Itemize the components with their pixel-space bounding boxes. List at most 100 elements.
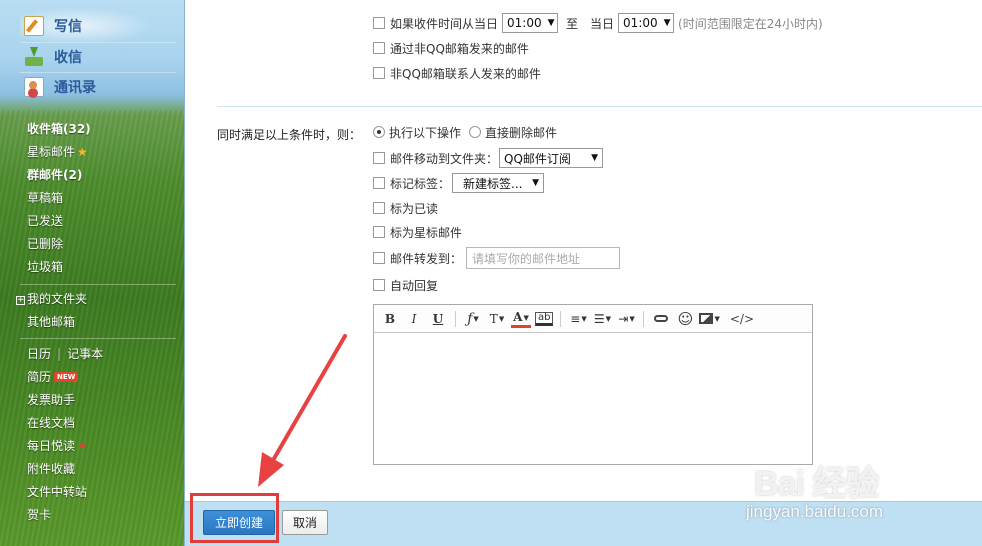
tag-select[interactable]: 新建标签... ▼ [452, 173, 545, 193]
sidebar-item-invoice[interactable]: 发票助手 [27, 390, 75, 410]
font-family-icon: ƒ [467, 310, 473, 327]
contact-card-icon [24, 77, 44, 97]
time-to-select[interactable]: 01:00 ▼ [618, 13, 675, 33]
font-color-button[interactable]: A ▼ [511, 310, 531, 328]
contacts-button[interactable]: 通讯录 [24, 75, 96, 99]
time-to-value: 01:00 [623, 16, 658, 30]
mark-read-checkbox[interactable] [373, 202, 385, 214]
smiley-icon: ☺ [677, 309, 694, 328]
forward-row: 邮件转发到： 请填写你的邮件地址 [373, 247, 621, 269]
sidebar-item-label: 简历 [27, 370, 52, 384]
highlight-color-button[interactable]: ab [535, 311, 554, 326]
italic-button[interactable]: I [404, 309, 424, 329]
pipe-divider: | [57, 347, 62, 361]
align-button[interactable]: ≡ ▼ [568, 309, 588, 329]
sidebar-item-deleted[interactable]: 已删除 [27, 234, 63, 254]
delete-radio[interactable] [469, 126, 482, 138]
sidebar-item-starred[interactable]: 星标邮件 ★ [27, 142, 88, 162]
link-icon [654, 315, 669, 322]
underline-button[interactable]: U [428, 309, 448, 329]
forward-checkbox[interactable] [373, 252, 385, 264]
auto-reply-text-area[interactable] [374, 333, 812, 464]
auto-reply-label: 自动回复 [390, 278, 439, 293]
time-range-checkbox[interactable] [373, 17, 385, 29]
folder-select[interactable]: QQ邮件订阅 ▼ [499, 148, 604, 168]
create-now-button[interactable]: 立即创建 [203, 510, 275, 535]
auto-reply-checkbox[interactable] [373, 279, 385, 291]
star-icon: ★ [77, 145, 88, 159]
non-contact-checkbox[interactable] [373, 67, 385, 79]
section-divider [217, 106, 982, 107]
actions-label: 同时满足以上条件时，则： [217, 127, 362, 142]
move-to-folder-checkbox[interactable] [373, 152, 385, 164]
sidebar-item-other-mailboxes[interactable]: 其他邮箱 [27, 312, 75, 332]
sidebar-item-inbox[interactable]: 收件箱(32) [27, 119, 91, 139]
sidebar-item-sent[interactable]: 已发送 [27, 211, 63, 231]
tag-label: 标记标签： [390, 176, 451, 191]
sidebar: 写信 收信 通讯录 收件箱(32) 星标邮件 ★ 群邮件(2) 草稿箱 已发送 已… [0, 0, 186, 546]
new-badge: NEW [54, 372, 79, 382]
mark-starred-row: 标为星标邮件 [373, 222, 462, 242]
sidebar-divider [20, 338, 176, 339]
sidebar-item-resume[interactable]: 简历 NEW [27, 367, 79, 387]
sidebar-item-file-transfer[interactable]: 文件中转站 [27, 482, 87, 502]
sidebar-item-spam[interactable]: 垃圾箱 [27, 257, 63, 277]
inbox-button[interactable]: 收信 [24, 45, 82, 69]
sidebar-item-calendar-notes: 日历 | 记事本 [27, 344, 103, 364]
chevron-down-icon: ▼ [498, 314, 505, 323]
toolbar-separator [560, 310, 562, 327]
emoji-button[interactable]: ☺ [675, 309, 695, 329]
tag-checkbox[interactable] [373, 177, 385, 189]
chevron-down-icon: ▼ [605, 314, 612, 323]
compose-label: 写信 [54, 19, 82, 35]
delete-option-label: 直接删除邮件 [485, 125, 558, 140]
rule-editor-panel: 如果收件时间从当日 01:00 ▼ 至 当日 01:00 ▼ (时间范围限定在24小… [184, 0, 982, 546]
sidebar-item-daily-reading[interactable]: 每日悦读 [27, 436, 86, 456]
mark-starred-checkbox[interactable] [373, 226, 385, 238]
mark-read-label: 标为已读 [390, 201, 439, 216]
image-icon [699, 313, 714, 324]
cancel-button[interactable]: 取消 [282, 510, 328, 535]
non-contact-label: 非QQ邮箱联系人发来的邮件 [390, 66, 541, 81]
tag-row: 标记标签： 新建标签... ▼ [373, 173, 545, 193]
time-from-select[interactable]: 01:00 ▼ [502, 13, 559, 33]
chevron-down-icon: ▼ [714, 314, 720, 323]
link-button[interactable] [651, 309, 671, 329]
download-icon [24, 47, 44, 67]
sidebar-item-drafts[interactable]: 草稿箱 [27, 188, 63, 208]
auto-reply-editor: B I U ƒ ▼ T ▼ A ▼ ab ≡ ▼ ☰ ▼ ⇥ ▼ ☺ ▼ </> [373, 304, 813, 465]
editor-toolbar: B I U ƒ ▼ T ▼ A ▼ ab ≡ ▼ ☰ ▼ ⇥ ▼ ☺ ▼ </> [374, 305, 812, 333]
sidebar-item-my-folders[interactable]: + 我的文件夹 [16, 289, 87, 309]
forward-email-input[interactable]: 请填写你的邮件地址 [466, 247, 621, 269]
move-to-folder-row: 邮件移动到文件夹： QQ邮件订阅 ▼ [373, 148, 604, 168]
sidebar-item-label: 每日悦读 [27, 439, 76, 453]
sidebar-item-cards[interactable]: 贺卡 [27, 505, 51, 525]
chevron-down-icon: ▼ [473, 314, 479, 323]
indent-icon: ⇥ [618, 311, 629, 326]
inbox-label: 收信 [54, 50, 82, 66]
chevron-down-icon: ▼ [663, 18, 671, 28]
compose-button[interactable]: 写信 [24, 14, 82, 38]
list-button[interactable]: ☰ ▼ [592, 309, 612, 329]
chevron-down-icon: ▼ [547, 18, 555, 28]
sidebar-item-notes[interactable]: 记事本 [67, 347, 103, 361]
time-to-word: 至 [566, 16, 579, 31]
chevron-down-icon: ▼ [591, 153, 599, 163]
image-button[interactable]: ▼ [699, 309, 720, 329]
indent-button[interactable]: ⇥ ▼ [616, 309, 636, 329]
execute-radio[interactable] [373, 126, 385, 138]
sidebar-item-attachments[interactable]: 附件收藏 [27, 459, 75, 479]
non-contact-row: 非QQ邮箱联系人发来的邮件 [373, 63, 541, 83]
time-to-prefix: 当日 [590, 16, 615, 31]
sidebar-item-group[interactable]: 群邮件(2) [27, 165, 82, 185]
mark-read-row: 标为已读 [373, 198, 438, 218]
sidebar-item-online-docs[interactable]: 在线文档 [27, 413, 75, 433]
source-code-button[interactable]: </> [730, 309, 754, 329]
unread-dot-icon [80, 443, 86, 448]
font-family-button[interactable]: ƒ ▼ [463, 309, 483, 329]
sidebar-item-calendar[interactable]: 日历 [27, 347, 51, 361]
forward-label: 邮件转发到： [390, 251, 463, 266]
via-non-qq-checkbox[interactable] [373, 42, 385, 54]
bold-button[interactable]: B [380, 309, 400, 329]
font-size-button[interactable]: T ▼ [487, 309, 507, 329]
